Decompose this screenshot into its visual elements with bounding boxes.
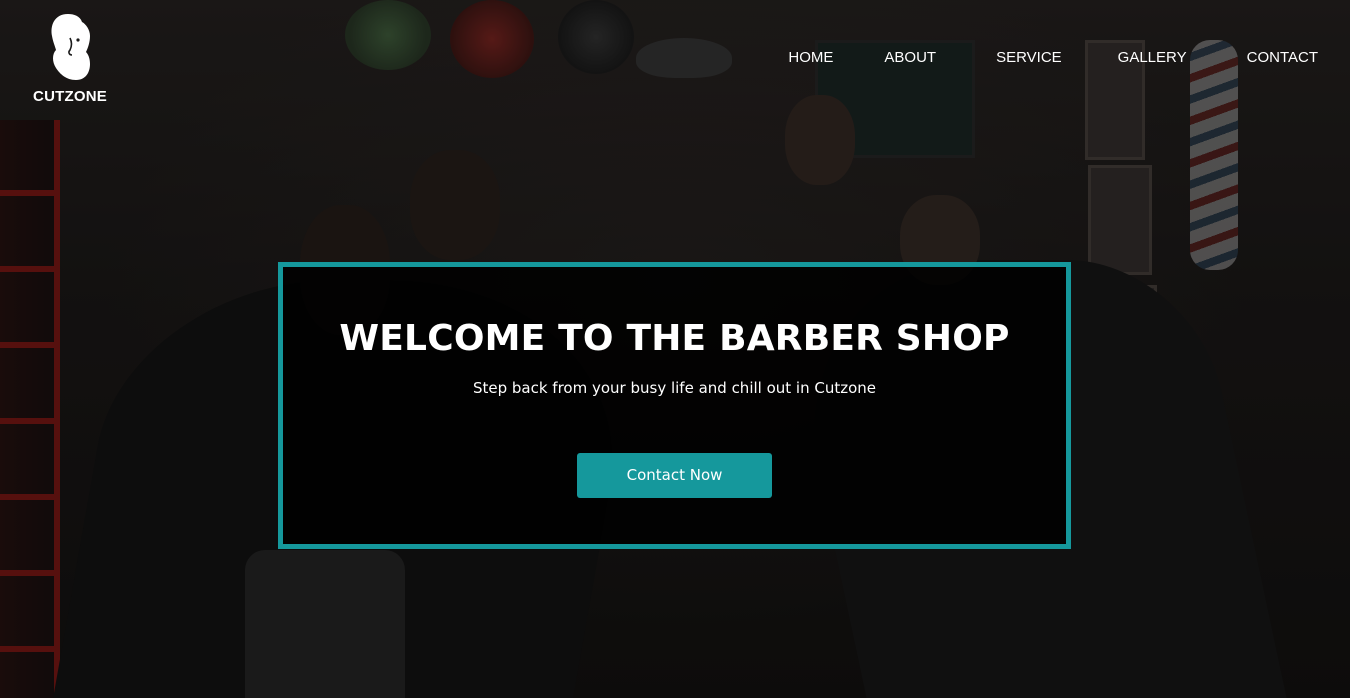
hero-subtitle: Step back from your busy life and chill … (472, 379, 877, 397)
nav-contact[interactable]: CONTACT (1247, 46, 1318, 70)
contact-now-button[interactable]: Contact Now (577, 453, 772, 498)
nav-about[interactable]: ABOUT (884, 46, 936, 70)
nav-service[interactable]: SERVICE (996, 46, 1062, 70)
brand-name: CUTZONE (33, 88, 107, 105)
brand-logo[interactable]: CUTZONE (30, 12, 110, 110)
nav-gallery[interactable]: GALLERY (1118, 46, 1187, 70)
welcome-box: WELCOME TO THE BARBER SHOP Step back fro… (278, 262, 1071, 549)
main-nav: HOME ABOUT SERVICE GALLERY CONTACT (788, 46, 1318, 70)
nav-home[interactable]: HOME (788, 46, 833, 70)
hero-title: WELCOME TO THE BARBER SHOP (339, 318, 1010, 359)
bearded-man-icon (51, 14, 90, 80)
